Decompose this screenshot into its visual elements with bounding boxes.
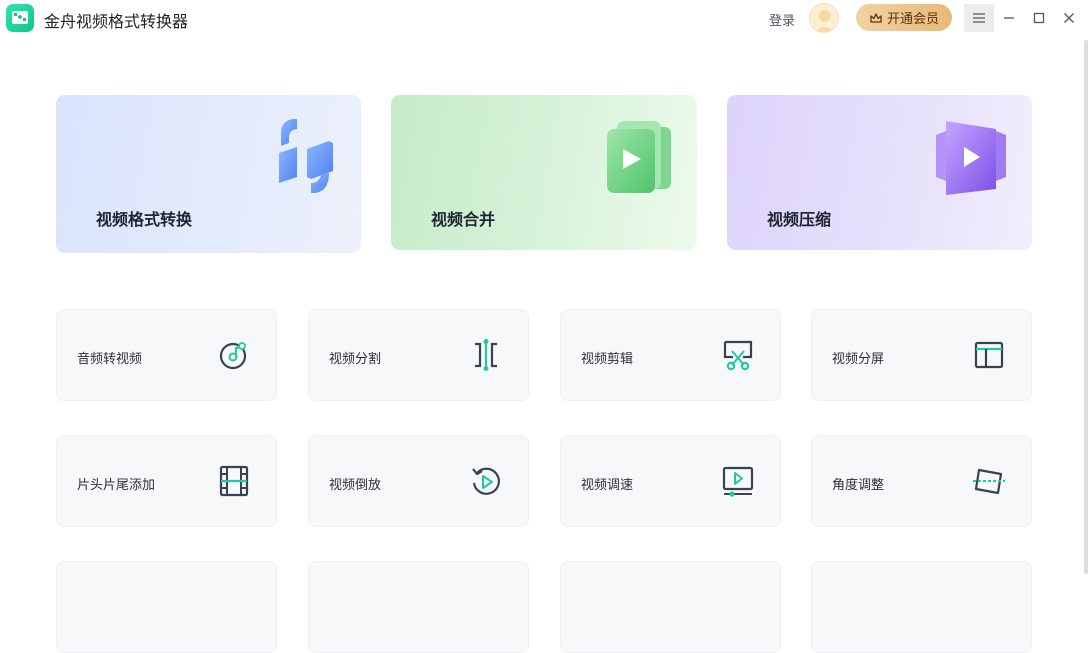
feature-card-label: 视频格式转换	[96, 210, 193, 229]
login-link[interactable]: 登录	[769, 10, 795, 29]
tool-angle-adjust[interactable]: 角度调整	[811, 435, 1032, 527]
maximize-button[interactable]	[1024, 4, 1054, 32]
feature-card-label: 视频合并	[431, 210, 496, 229]
tool-video-reverse[interactable]: 视频倒放	[308, 435, 529, 527]
tool-label: 片头片尾添加	[77, 478, 156, 493]
tool-video-split[interactable]: 视频分割	[308, 309, 529, 401]
video-compress-icon	[936, 121, 1006, 195]
minimize-button[interactable]	[994, 4, 1024, 32]
reverse-play-icon	[472, 467, 500, 495]
tool-label: 视频倒放	[329, 478, 382, 493]
split-screen-icon	[974, 341, 1004, 369]
app-logo-icon	[6, 4, 34, 32]
video-split-icon	[475, 339, 497, 371]
close-icon	[1064, 13, 1074, 23]
minimize-icon	[1004, 17, 1014, 19]
tool-intro-outro[interactable]: 片头片尾添加	[56, 435, 277, 527]
feature-card-label: 视频压缩	[767, 210, 832, 229]
tool-video-edit[interactable]: 视频剪辑	[560, 309, 781, 401]
tool-card-partial[interactable]	[56, 561, 277, 653]
audio-to-video-icon	[219, 342, 247, 370]
scrollbar[interactable]	[1084, 40, 1088, 574]
video-merge-icon	[607, 121, 671, 193]
tool-label: 角度调整	[832, 478, 885, 493]
feature-card-format-convert[interactable]: 视频格式转换	[56, 95, 361, 253]
tool-audio-to-video[interactable]: 音频转视频	[56, 309, 277, 401]
close-button[interactable]	[1054, 4, 1084, 32]
feature-card-video-merge[interactable]: 视频合并	[391, 95, 697, 250]
maximize-icon	[1033, 12, 1045, 24]
speed-adjust-icon	[722, 466, 754, 497]
scissors-icon	[723, 340, 753, 371]
menu-button[interactable]	[964, 4, 994, 32]
tool-label: 视频分屏	[832, 352, 885, 367]
tool-label: 视频调速	[581, 478, 634, 493]
tool-speed-adjust[interactable]: 视频调速	[560, 435, 781, 527]
tool-split-screen[interactable]: 视频分屏	[811, 309, 1032, 401]
title-bar: 金舟视频格式转换器 登录 开通会员	[0, 0, 1089, 36]
vip-button[interactable]: 开通会员	[856, 4, 952, 31]
tool-label: 视频剪辑	[581, 352, 634, 367]
avatar[interactable]	[809, 3, 839, 33]
menu-icon	[973, 13, 985, 23]
crown-icon	[870, 12, 882, 23]
tool-card-partial[interactable]	[811, 561, 1032, 653]
feature-card-video-compress[interactable]: 视频压缩	[727, 95, 1032, 250]
tool-label: 视频分割	[329, 352, 382, 367]
tool-card-partial[interactable]	[560, 561, 781, 653]
vip-button-label: 开通会员	[886, 12, 939, 27]
tool-label: 音频转视频	[77, 352, 143, 367]
rotate-angle-icon	[973, 468, 1005, 495]
film-strip-icon	[219, 465, 249, 497]
format-convert-icon	[279, 119, 333, 193]
tool-card-partial[interactable]	[308, 561, 529, 653]
app-title: 金舟视频格式转换器	[44, 12, 189, 31]
